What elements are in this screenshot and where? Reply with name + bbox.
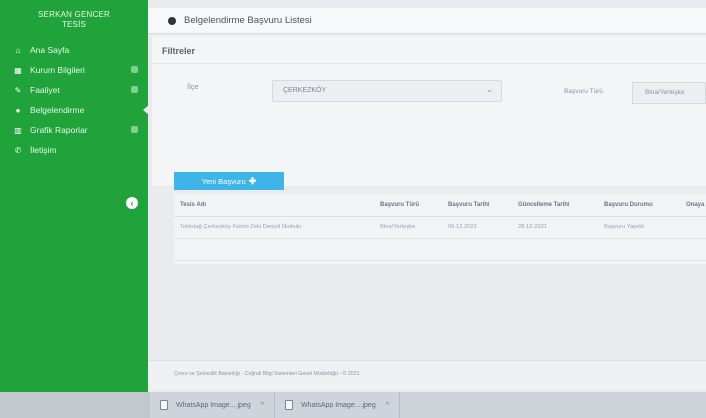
sidebar-item-iletisim[interactable]: ✆ İletişim — [0, 140, 148, 160]
cell-basvuru-tarihi: 06.12.2021 — [442, 216, 512, 239]
sidebar: SERKAN GENCER TESİS ⌂ Ana Sayfa ▦ Kurum … — [0, 0, 149, 400]
download-file-name: WhatsApp Image....jpeg — [176, 401, 251, 409]
page-header: Belgelendirme Başvuru Listesi — [148, 8, 706, 34]
table-empty-row — [174, 238, 706, 261]
table-row[interactable]: Tekirdağ Çerkezköy Fehmi Zeki Denizli İl… — [174, 216, 706, 239]
column-header[interactable]: Tesis Adı — [174, 194, 374, 217]
app-screen: SERKAN GENCER TESİS ⌂ Ana Sayfa ▦ Kurum … — [0, 0, 706, 418]
download-bar: WhatsApp Image....jpeg ^ WhatsApp Image.… — [0, 392, 706, 418]
expand-icon[interactable] — [131, 126, 138, 133]
cell-onaya-gonder[interactable] — [680, 216, 706, 239]
expand-icon[interactable] — [131, 86, 138, 93]
phone-icon: ✆ — [14, 145, 22, 155]
cell-basvuru-turu: Bina/Yerleşke — [374, 216, 442, 239]
building-icon: ▦ — [14, 65, 22, 75]
brand: SERKAN GENCER TESİS — [0, 0, 148, 40]
basvuru-turu-selected-value: Bina/Yerleşke — [645, 89, 685, 96]
table-header-row: Tesis Adı Başvuru Türü Başvuru Tarihi Gü… — [174, 194, 706, 217]
chevron-up-icon[interactable]: ^ — [261, 402, 264, 409]
sidebar-item-belgelendirme[interactable]: ● Belgelendirme — [0, 100, 149, 120]
download-file-name: WhatsApp Image....jpeg — [301, 401, 376, 409]
sidebar-item-label: Grafik Raporlar — [30, 125, 88, 135]
file-icon — [285, 400, 294, 410]
edit-icon: ✎ — [14, 85, 22, 95]
sidebar-item-label: Belgelendirme — [30, 105, 85, 115]
brand-subtitle: TESİS — [61, 20, 87, 29]
page-footer: Çevre ve Şehircilik Bakanlığı - Coğrafi … — [148, 360, 706, 390]
column-header[interactable]: Onaya Gö — [680, 194, 706, 217]
home-icon: ⌂ — [15, 45, 21, 55]
column-header[interactable]: Başvuru Durumu — [598, 194, 680, 217]
basvuru-turu-label: Başvuru Türü — [564, 88, 603, 95]
ilce-label: İlçe — [187, 82, 199, 91]
new-application-label: Yeni Başvuru — [201, 176, 246, 186]
sidebar-item-label: İletişim — [30, 145, 57, 155]
ilce-selected-value: ÇERKEZKÖY — [283, 87, 327, 94]
filter-panel: Filtreler İlçe ÇERKEZKÖY ⌄ Başvuru Türü … — [152, 36, 706, 186]
sidebar-item-label: Faaliyet — [30, 85, 60, 95]
new-application-button[interactable]: Yeni Başvuru ✚ — [174, 172, 284, 190]
page-title: Belgelendirme Başvuru Listesi — [184, 15, 312, 26]
applications-table: Tesis Adı Başvuru Türü Başvuru Tarihi Gü… — [174, 194, 706, 264]
plus-icon: ✚ — [248, 175, 257, 186]
cell-tesis-adi: Tekirdağ Çerkezköy Fehmi Zeki Denizli İl… — [174, 216, 374, 239]
sidebar-item-faaliyet[interactable]: ✎ Faaliyet — [0, 80, 148, 100]
cell-guncelleme-tarihi: 28.12.2021 — [512, 216, 598, 239]
bar-chart-icon: ▥ — [14, 125, 22, 135]
download-item[interactable]: WhatsApp Image....jpeg ^ — [275, 392, 401, 418]
sidebar-item-ana-sayfa[interactable]: ⌂ Ana Sayfa — [0, 40, 148, 60]
sidebar-item-label: Kurum Bilgileri — [30, 65, 85, 75]
column-header[interactable]: Güncelleme Tarihi — [512, 194, 598, 217]
sidebar-item-grafik-raporlar[interactable]: ▥ Grafik Raporlar — [0, 120, 148, 140]
sidebar-item-label: Ana Sayfa — [30, 45, 70, 55]
expand-icon[interactable] — [131, 66, 138, 73]
download-item[interactable]: WhatsApp Image....jpeg ^ — [150, 392, 276, 418]
file-icon — [160, 400, 168, 410]
ilce-select[interactable]: ÇERKEZKÖY ⌄ — [272, 80, 502, 102]
sidebar-item-kurum-bilgileri[interactable]: ▦ Kurum Bilgileri — [0, 60, 148, 80]
column-header[interactable]: Başvuru Tarihi — [442, 194, 512, 217]
cell-basvuru-durumu: Başvuru Yapıldı — [598, 216, 680, 239]
basvuru-turu-select[interactable]: Bina/Yerleşke — [632, 82, 706, 104]
chevron-down-icon: ⌄ — [486, 85, 493, 94]
filter-panel-title: Filtreler — [152, 36, 706, 64]
column-header[interactable]: Başvuru Türü — [374, 194, 442, 217]
circle-icon: ● — [15, 105, 21, 115]
chevron-up-icon[interactable]: ^ — [386, 402, 389, 409]
brand-name: SERKAN GENCER — [38, 10, 110, 19]
sidebar-nav: ⌂ Ana Sayfa ▦ Kurum Bilgileri ✎ Faaliyet… — [0, 40, 149, 160]
collapse-sidebar-icon[interactable]: ‹ — [126, 197, 138, 209]
header-dot-icon — [168, 16, 176, 25]
footer-text: Çevre ve Şehircilik Bakanlığı - Coğrafi … — [174, 371, 360, 377]
